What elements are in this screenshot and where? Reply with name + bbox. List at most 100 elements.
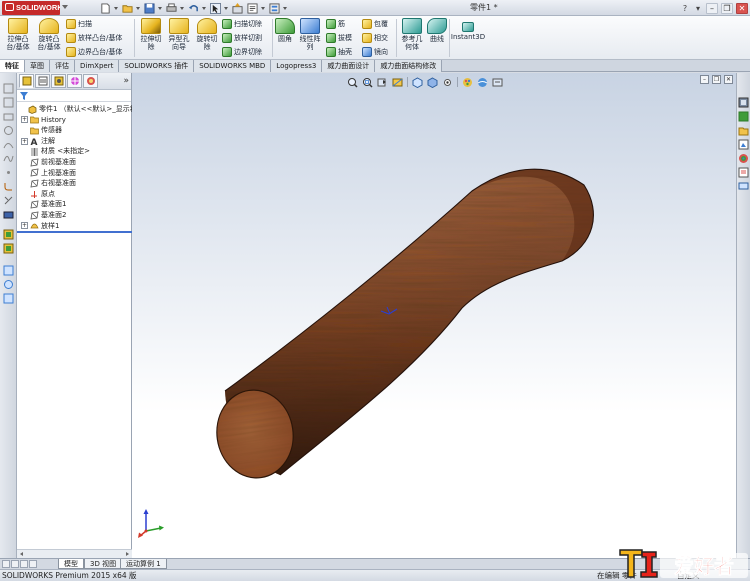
extrude-cut-button[interactable]: 拉伸切 除 [138, 18, 164, 51]
boundary-boss-button[interactable]: 边界凸台/基体 [66, 47, 122, 57]
view-palette-icon[interactable] [738, 139, 749, 150]
point-icon[interactable] [3, 167, 14, 178]
open-dropdown-icon[interactable] [135, 1, 141, 15]
tree-filter[interactable] [17, 90, 131, 102]
viewport-minimize-button[interactable]: – [700, 75, 709, 84]
previous-view-icon[interactable] [376, 76, 389, 89]
scroll-right-icon[interactable] [126, 552, 129, 556]
forum-icon[interactable] [738, 181, 749, 192]
new-document-icon[interactable] [98, 1, 112, 15]
print-dropdown-icon[interactable] [179, 1, 185, 15]
properties-dropdown-icon[interactable] [260, 1, 266, 15]
tab-power-surfacing-repair[interactable]: 威力曲面结构修改 [375, 60, 443, 72]
tab-mbd[interactable]: SOLIDWORKS MBD [194, 60, 272, 72]
display-relations-icon[interactable] [3, 243, 14, 254]
curves-button[interactable]: 曲线 [427, 18, 447, 43]
quick-snaps-icon[interactable] [3, 265, 14, 276]
apply-scene-icon[interactable] [476, 76, 489, 89]
tree-item[interactable]: 零件1 （默认<<默认>_显示状态 [17, 104, 144, 115]
print-icon[interactable] [164, 1, 178, 15]
swept-cut-button[interactable]: 扫描切除 [222, 19, 262, 29]
feature-tree-scrollbar[interactable] [17, 549, 132, 558]
last-tab-icon[interactable] [29, 560, 37, 568]
convert-entities-icon[interactable] [3, 209, 14, 220]
logo-menu-arrow-icon[interactable] [62, 5, 68, 9]
tree-item[interactable]: 基准面1 [17, 199, 131, 210]
sketch-icon[interactable] [3, 83, 14, 94]
tab-motion-study[interactable]: 运动算例 1 [120, 559, 167, 569]
save-dropdown-icon[interactable] [157, 1, 163, 15]
dimxpert-manager-tab-icon[interactable] [67, 74, 82, 88]
tree-item[interactable]: 材质 <未指定> [17, 146, 131, 157]
hide-show-items-icon[interactable] [441, 76, 454, 89]
arc-icon[interactable] [3, 139, 14, 150]
open-icon[interactable] [120, 1, 134, 15]
tab-sketch[interactable]: 草图 [25, 60, 50, 72]
custom-properties-icon[interactable] [738, 167, 749, 178]
close-button[interactable]: ✕ [736, 2, 748, 14]
tree-item[interactable]: 上视基准面 [17, 168, 131, 179]
next-tab-icon[interactable] [20, 560, 28, 568]
tree-item[interactable]: 传感器 [17, 125, 131, 136]
edit-appearance-icon[interactable] [461, 76, 474, 89]
zoom-to-fit-icon[interactable] [346, 76, 359, 89]
tree-item[interactable]: 原点 [17, 189, 131, 200]
fillet-button[interactable]: 圆角 [275, 18, 295, 43]
hole-wizard-button[interactable]: 异型孔 向导 [166, 18, 192, 51]
wooden-handle-model[interactable] [132, 73, 736, 558]
tree-expand-icon[interactable]: + [21, 137, 28, 145]
help-dropdown-icon[interactable]: ▾ [693, 3, 703, 13]
tree-item[interactable]: + 放样1 [17, 221, 131, 232]
repair-sketch-icon[interactable] [3, 293, 14, 304]
shell-button[interactable]: 抽壳 [326, 47, 352, 57]
file-properties-icon[interactable] [245, 1, 259, 15]
undo-dropdown-icon[interactable] [201, 1, 207, 15]
tree-item[interactable]: 基准面2 [17, 210, 131, 221]
tree-item[interactable]: 前视基准面 [17, 157, 131, 168]
trim-icon[interactable] [3, 195, 14, 206]
viewport-close-button[interactable]: ✕ [724, 75, 733, 84]
extrude-boss-button[interactable]: 拉伸凸 台/基体 [4, 18, 32, 51]
tab-dimxpert[interactable]: DimXpert [75, 60, 120, 72]
smart-dimension-icon[interactable] [3, 97, 14, 108]
scroll-left-icon[interactable] [20, 552, 23, 556]
rollback-bar[interactable] [17, 231, 132, 233]
add-relation-icon[interactable] [3, 229, 14, 240]
zoom-to-area-icon[interactable] [361, 76, 374, 89]
feature-manager-tab-icon[interactable] [19, 74, 34, 88]
tab-power-surfacing[interactable]: 威力曲面设计 [322, 60, 376, 72]
sweep-button[interactable]: 扫描 [66, 19, 92, 29]
previous-tab-icon[interactable] [11, 560, 19, 568]
loft-boss-button[interactable]: 放样凸台/基体 [66, 33, 122, 43]
restore-button[interactable]: ❐ [721, 2, 733, 14]
circle-icon[interactable] [3, 125, 14, 136]
origin-icon[interactable] [379, 305, 399, 317]
intersect-button[interactable]: 相交 [362, 33, 388, 43]
display-manager-tab-icon[interactable] [83, 74, 98, 88]
select-dropdown-icon[interactable] [223, 1, 229, 15]
rapid-sketch-icon[interactable] [3, 279, 14, 290]
view-settings-icon[interactable] [491, 76, 504, 89]
tab-3d-views[interactable]: 3D 视图 [84, 559, 123, 569]
section-view-icon[interactable] [391, 76, 404, 89]
reference-geometry-button[interactable]: 参考几 何体 [399, 18, 425, 51]
tree-expand-icon[interactable]: + [21, 116, 28, 124]
appearances-icon[interactable] [738, 153, 749, 164]
rebuild-icon[interactable] [230, 1, 244, 15]
design-library-icon[interactable] [738, 111, 749, 122]
undo-icon[interactable] [186, 1, 200, 15]
linear-pattern-button[interactable]: 线性阵 列 [297, 18, 323, 51]
property-manager-tab-icon[interactable] [35, 74, 50, 88]
tree-item[interactable]: + History [17, 115, 131, 126]
revolve-cut-button[interactable]: 旋转切 除 [194, 18, 220, 51]
options-dropdown-icon[interactable] [282, 1, 288, 15]
sketch-fillet-icon[interactable] [3, 181, 14, 192]
graphics-area[interactable]: – ❐ ✕ [132, 73, 736, 558]
expand-panel-icon[interactable]: » [123, 76, 129, 86]
new-dropdown-icon[interactable] [113, 1, 119, 15]
tab-addins[interactable]: SOLIDWORKS 插件 [119, 60, 195, 72]
tree-item[interactable]: 右视基准面 [17, 178, 131, 189]
file-explorer-icon[interactable] [738, 125, 749, 136]
rib-button[interactable]: 筋 [326, 19, 345, 29]
tree-item[interactable]: + A 注解 [17, 136, 131, 148]
